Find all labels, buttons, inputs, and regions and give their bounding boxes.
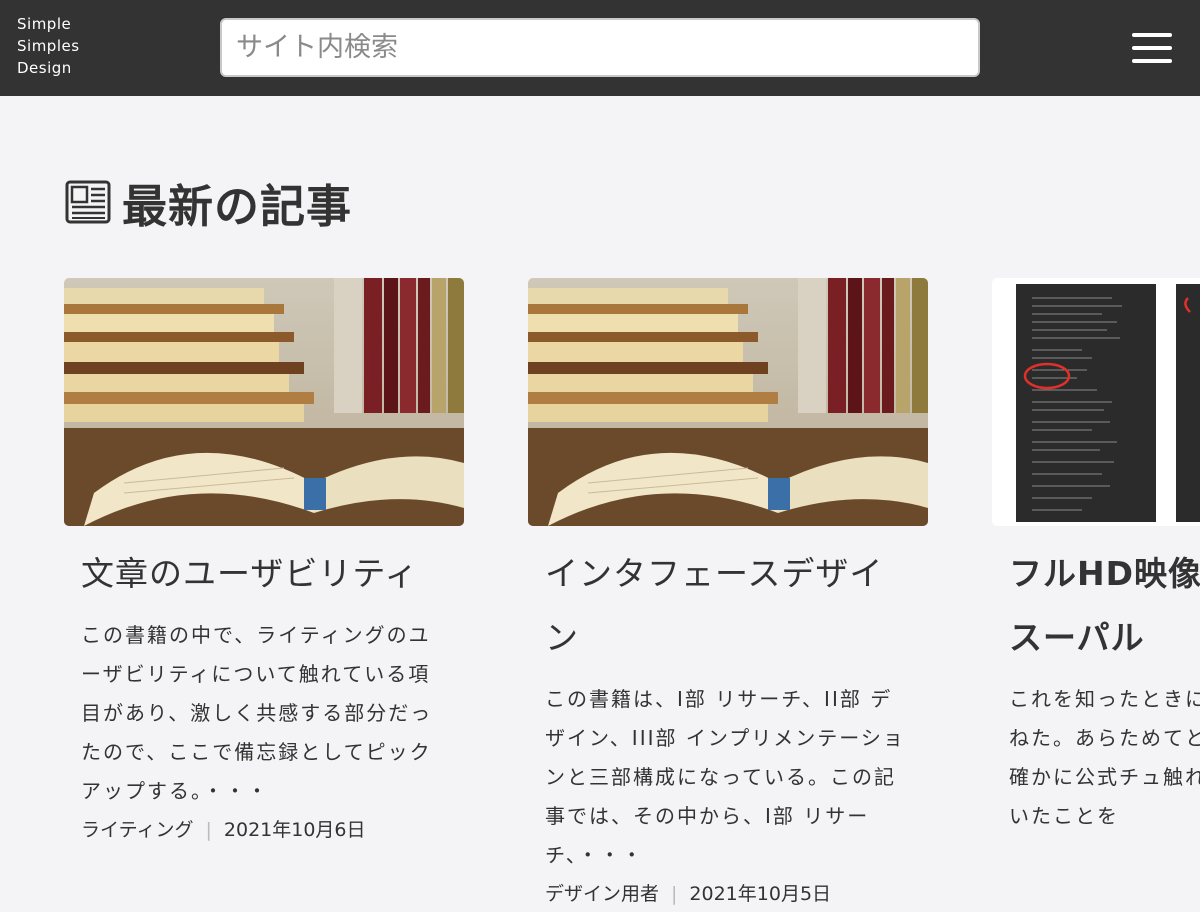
logo-line-3: Design bbox=[17, 59, 72, 77]
meta-separator: | bbox=[205, 819, 212, 841]
hamburger-bar bbox=[1132, 59, 1172, 63]
search-box bbox=[220, 18, 980, 77]
article-category[interactable]: ライティング bbox=[81, 819, 193, 841]
article-card: フルHD映像る → スーパル これを知ったときに跳ねた。あらためてと、確かに公式… bbox=[992, 278, 1200, 900]
article-card: 文章のユーザビリティ この書籍の中で、ライティングのユーザビリティについて触れて… bbox=[64, 278, 464, 848]
article-thumbnail[interactable] bbox=[528, 278, 928, 526]
article-thumbnail[interactable] bbox=[992, 278, 1200, 526]
meta-separator: | bbox=[671, 883, 678, 905]
section-title: 最新の記事 bbox=[122, 179, 353, 233]
hamburger-menu-icon bbox=[1132, 33, 1172, 37]
article-date: 2021年10月6日 bbox=[223, 819, 366, 841]
site-header: Simple Simples Design bbox=[0, 0, 1200, 96]
article-title[interactable]: フルHD映像る → スーパル bbox=[1009, 542, 1200, 670]
section-heading: 最新の記事 bbox=[64, 172, 353, 233]
hamburger-bar bbox=[1132, 46, 1172, 50]
article-excerpt: この書籍は、I部 リサーチ、II部 デザイン、III部 インプリメンテーションと… bbox=[545, 687, 905, 867]
article-excerpt: この書籍の中で、ライティングのユーザビリティについて触れている項目があり、激しく… bbox=[81, 623, 433, 803]
article-date: 2021年10月5日 bbox=[689, 883, 832, 905]
article-card: インタフェースデザイン この書籍は、I部 リサーチ、II部 デザイン、III部 … bbox=[528, 278, 928, 912]
logo-line-1: Simple bbox=[17, 15, 72, 33]
search-input[interactable] bbox=[222, 20, 978, 75]
newspaper-icon bbox=[65, 180, 111, 224]
logo-line-2: Simples bbox=[17, 37, 80, 55]
article-excerpt: これを知ったときに跳ねた。あらためてと、確かに公式チュ触れていたことを bbox=[1009, 687, 1200, 828]
site-logo[interactable]: Simple Simples Design bbox=[17, 13, 80, 79]
article-thumbnail[interactable] bbox=[64, 278, 464, 526]
article-title[interactable]: インタフェースデザイン bbox=[545, 542, 911, 670]
article-meta: ライティング | 2021年10月6日 bbox=[81, 812, 447, 848]
article-category[interactable]: デザイン用者 bbox=[545, 883, 659, 905]
article-meta: デザイン用者 | 2021年10月5日 bbox=[545, 876, 911, 912]
hamburger-menu-button[interactable] bbox=[1130, 30, 1174, 66]
article-title[interactable]: 文章のユーザビリティ bbox=[81, 542, 447, 606]
